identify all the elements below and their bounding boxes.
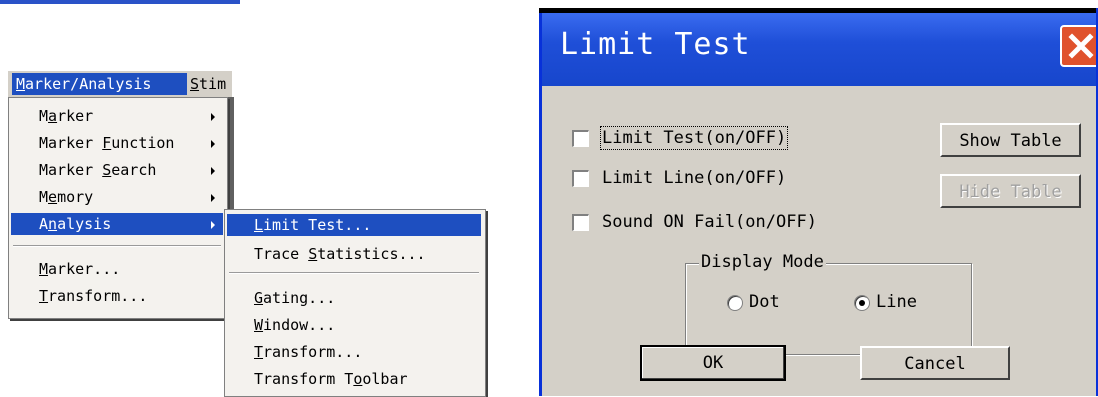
submenu-item-label: Window...: [254, 316, 336, 334]
menu-bar: Marker/Analysis Stim: [8, 71, 232, 99]
dialog-body: Limit Test(on/OFF) Limit Line(on/OFF) So…: [542, 86, 1098, 396]
dialog-titlebar[interactable]: Limit Test: [542, 13, 1098, 86]
menu-separator: [13, 245, 221, 247]
display-mode-group: [685, 263, 972, 355]
limit-test-checkbox[interactable]: Limit Test(on/OFF): [572, 126, 972, 152]
submenu-arrow-icon: [211, 221, 215, 229]
submenu-item-label: Gating...: [254, 289, 336, 307]
radio-circle[interactable]: [727, 295, 743, 311]
checkbox-box[interactable]: [572, 130, 589, 147]
window-title-strip: [0, 0, 240, 4]
ok-button[interactable]: OK: [640, 345, 786, 381]
submenu-arrow-icon: [211, 140, 215, 148]
marker-analysis-dropdown: Marker Marker Function Marker Search Mem…: [8, 97, 228, 319]
menu-item-marker-function[interactable]: Marker Function: [11, 132, 223, 154]
display-mode-legend: Display Mode: [699, 252, 826, 272]
radio-circle[interactable]: [854, 295, 870, 311]
menu-item-transform[interactable]: Transform...: [11, 285, 223, 307]
menu-item-label: Marker...: [39, 260, 121, 278]
checkbox-box[interactable]: [572, 170, 589, 187]
submenu-item-transform[interactable]: Transform...: [227, 341, 481, 363]
menu-item-label: Transform...: [39, 287, 148, 305]
close-button[interactable]: [1060, 25, 1098, 67]
dialog-title: Limit Test: [560, 27, 751, 62]
menu-item-marker-dialog[interactable]: Marker...: [11, 258, 223, 280]
menu-item-marker[interactable]: Marker: [11, 105, 223, 127]
close-icon: [1068, 33, 1094, 59]
dialog-top-border: [539, 8, 1098, 13]
submenu-item-label: Limit Test...: [254, 216, 372, 234]
submenu-item-gating[interactable]: Gating...: [227, 287, 481, 309]
menu-item-label: Analysis: [39, 215, 112, 233]
menu-stim-label: tim: [199, 75, 227, 93]
menu-item-label: Marker Function: [39, 134, 175, 152]
submenu-item-limit-test[interactable]: Limit Test...: [227, 214, 481, 236]
menu-item-marker-search[interactable]: Marker Search: [11, 159, 223, 181]
menu-item-memory[interactable]: Memory: [11, 186, 223, 208]
submenu-item-trace-statistics[interactable]: Trace Statistics...: [227, 243, 481, 265]
menu-item-label: Marker Search: [39, 161, 157, 179]
submenu-item-label: Trace Statistics...: [254, 245, 426, 263]
radio-selected-dot: [859, 300, 865, 306]
sound-on-fail-checkbox[interactable]: Sound ON Fail(on/OFF): [572, 212, 972, 236]
submenu-arrow-icon: [211, 113, 215, 121]
radio-label: Dot: [749, 292, 780, 312]
menu-stim-mnemonic: S: [190, 75, 200, 93]
menu-item-label: Memory: [39, 188, 94, 206]
menu-item-label: Marker: [39, 107, 94, 125]
submenu-item-transform-toolbar[interactable]: Transform Toolbar: [227, 368, 481, 390]
menu-marker-analysis-label: arker/Analysis: [25, 75, 152, 93]
cancel-button[interactable]: Cancel: [860, 346, 1010, 380]
analysis-submenu: Limit Test... Trace Statistics... Gating…: [224, 209, 486, 397]
limit-line-checkbox[interactable]: Limit Line(on/OFF): [572, 168, 972, 192]
show-table-button[interactable]: Show Table: [940, 123, 1081, 157]
menu-marker-analysis-mnemonic: M: [16, 75, 26, 93]
checkbox-label: Sound ON Fail(on/OFF): [602, 212, 817, 232]
checkbox-label: Limit Line(on/OFF): [602, 168, 787, 188]
checkbox-label: Limit Test(on/OFF): [599, 126, 789, 150]
submenu-item-label: Transform Toolbar: [254, 370, 408, 388]
submenu-separator: [229, 272, 479, 274]
submenu-arrow-icon: [211, 167, 215, 175]
limit-test-dialog: Limit Test Limit Test(on/OFF) Limit Line…: [539, 8, 1098, 396]
submenu-item-window[interactable]: Window...: [227, 314, 481, 336]
menu-item-analysis[interactable]: Analysis: [11, 213, 223, 235]
radio-label: Line: [876, 292, 917, 312]
hide-table-button[interactable]: Hide Table: [940, 174, 1081, 208]
menu-marker-analysis[interactable]: Marker/Analysis: [12, 73, 187, 95]
submenu-arrow-icon: [211, 194, 215, 202]
submenu-item-label: Transform...: [254, 343, 363, 361]
menu-stim[interactable]: Stim: [186, 73, 240, 95]
checkbox-box[interactable]: [572, 214, 589, 231]
